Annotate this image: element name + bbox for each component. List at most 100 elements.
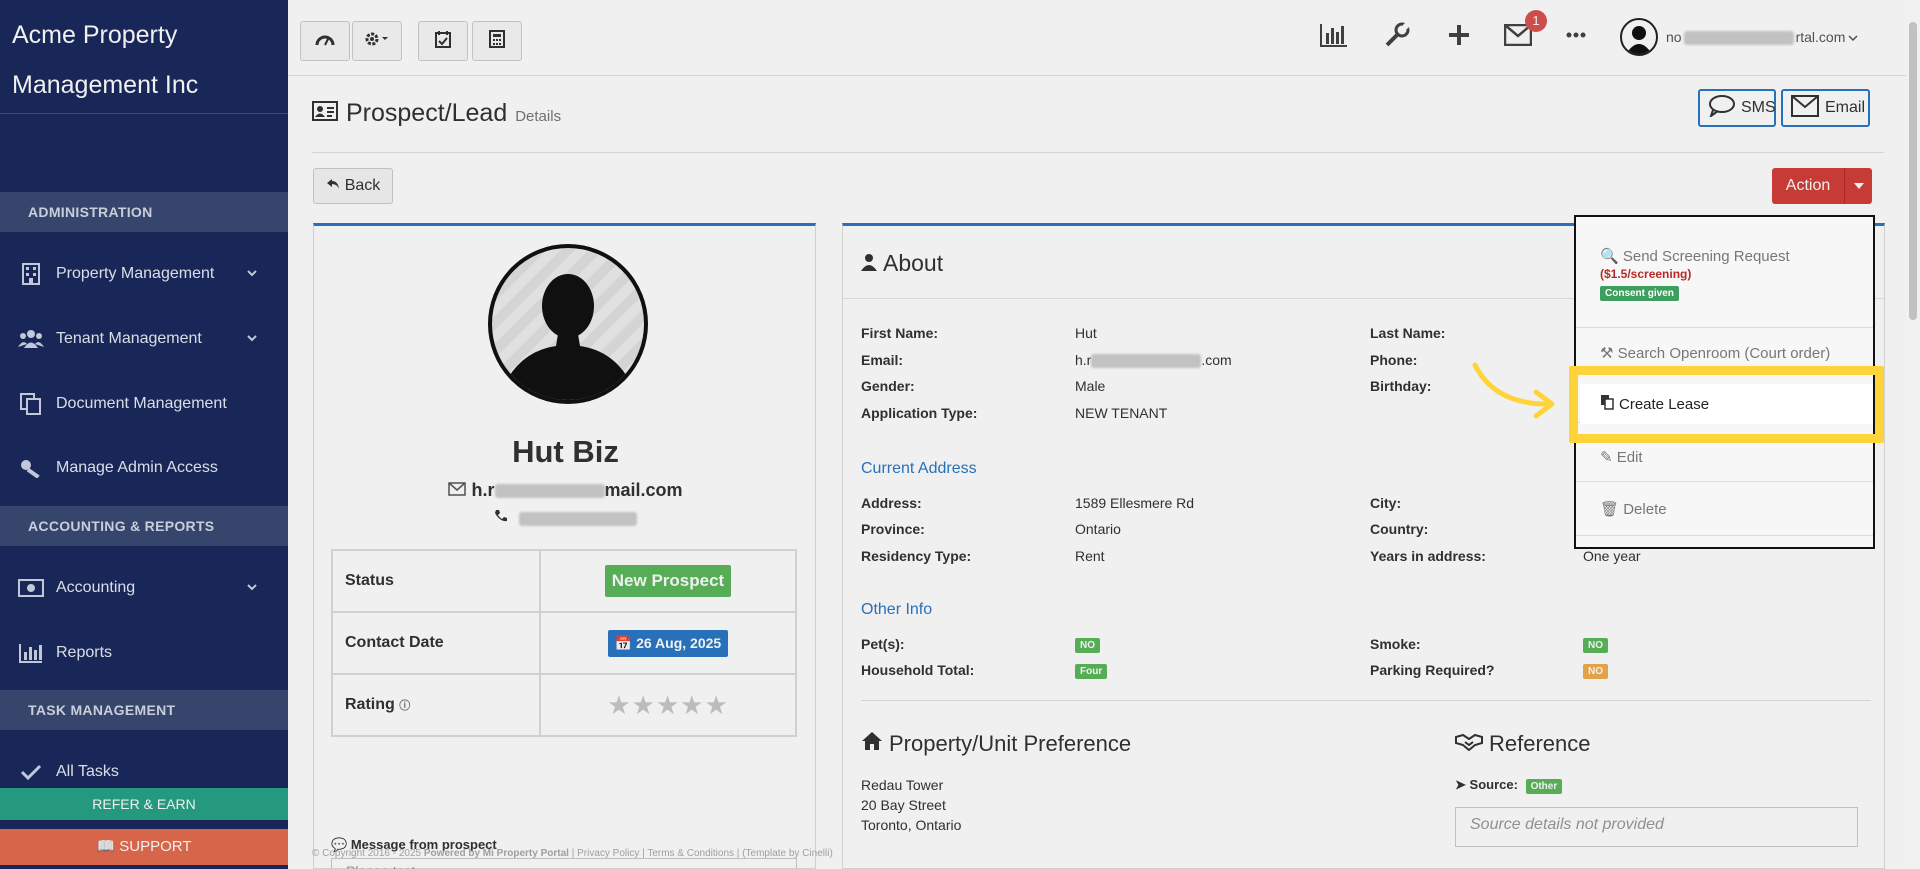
wrench-icon[interactable] [1380,18,1414,52]
key-icon [18,457,44,479]
plus-icon[interactable] [1442,18,1476,52]
back-button[interactable]: Back [313,168,393,204]
email-button[interactable]: Email [1781,89,1870,127]
menu-divider [1576,481,1873,482]
copy-icon [18,393,44,415]
money-icon [18,577,44,599]
gear-icon [364,31,390,51]
consent-badge: Consent given [1600,286,1679,301]
menu-item-create-lease[interactable]: Create Lease [1580,384,1873,424]
brand-name[interactable]: Acme Property Management Inc [0,0,288,114]
province-key: Province: [861,521,925,537]
support-button[interactable]: 📖 SUPPORT [0,829,288,865]
profile-name: Hut Biz [512,434,619,469]
calculator-button[interactable] [472,21,522,61]
menu-item-send-screening[interactable]: 🔍 Send Screening Request ($1.5/screening… [1576,247,1873,301]
user-menu[interactable]: no rtal.com [1620,18,1858,56]
menu-divider [1576,327,1873,328]
book-icon: 📖 [96,838,120,855]
user-email: no rtal.com [1666,28,1846,46]
dashboard-button[interactable] [300,21,350,61]
arrow-circle-icon: ➤ [1455,777,1466,792]
email-label: Email [1825,99,1866,116]
preference-line-2: 20 Bay Street [861,797,946,813]
sidebar-item-label: Property Management [56,265,215,282]
more-options-icon[interactable] [1559,18,1593,52]
reference-source: ➤ Source: Other [1455,777,1563,794]
back-label: Back [344,177,381,194]
sidebar-item-manage-admin-access[interactable]: Manage Admin Access [0,448,288,488]
section-task-management: TASK MANAGEMENT [0,690,288,730]
smoke-badge: NO [1583,638,1608,653]
support-label: SUPPORT [119,838,192,855]
caret-down-icon[interactable] [1844,168,1872,204]
sidebar-item-reports[interactable]: Reports [0,633,288,673]
email-value: h.r .com [1075,352,1232,369]
sidebar-item-document-management[interactable]: Document Management [0,384,288,424]
smoke-value: NO [1583,635,1608,653]
province-value: Ontario [1075,521,1121,537]
menu-divider [1576,535,1873,536]
notification-badge: 1 [1525,10,1547,32]
section-administration: ADMINISTRATION [0,192,288,232]
info-icon: ⓘ [399,700,411,712]
home-icon [861,731,883,757]
brand-line-2: Management Inc [12,71,199,99]
footer: © Copyright 2016 - 2025 Powered by Mi Pr… [312,848,833,859]
calendar-button[interactable] [418,21,468,61]
sidebar-item-label: Document Management [56,395,227,412]
sms-label: SMS [1741,99,1776,116]
rating-stars[interactable]: ★★★★★ [607,690,729,720]
chevron-down-icon [246,580,258,598]
sms-button[interactable]: SMS [1698,89,1776,127]
search-icon: 🔍 [1600,248,1619,265]
vertical-scrollbar[interactable] [1906,0,1920,869]
sidebar-item-all-tasks[interactable]: All Tasks [0,752,288,792]
user-icon [861,250,877,277]
profile-email[interactable]: h.r mail.com [314,480,817,501]
table-row: Contact Date 📅 26 Aug, 2025 [331,611,797,675]
dashboard-icon [315,31,335,51]
sidebar-item-label: Manage Admin Access [56,459,218,476]
gender-key: Gender: [861,378,915,394]
brand-line-1: Acme Property [12,21,178,49]
action-label: Action [1785,177,1831,194]
years-in-address-key: Years in address: [1370,548,1486,564]
household-badge: Four [1075,664,1108,679]
avatar [1620,18,1658,56]
sidebar-item-property-management[interactable]: Property Management [0,254,288,294]
section-accounting: ACCOUNTING & REPORTS [0,506,288,546]
parking-badge: NO [1583,664,1608,679]
sidebar-item-label: Reports [56,644,113,661]
users-icon [18,328,44,350]
status-badge: New Prospect [604,565,732,597]
smoke-key: Smoke: [1370,636,1421,652]
address-key: Address: [861,495,922,511]
refer-earn-button[interactable]: REFER & EARN [0,788,288,820]
id-card-icon [312,99,338,128]
menu-item-edit[interactable]: ✎ Edit [1576,448,1873,466]
action-dropdown-button[interactable]: Action [1772,168,1872,204]
menu-item-delete[interactable]: 🗑 Delete [1576,500,1873,518]
gavel-icon: ⚒ [1600,345,1614,362]
screening-price: ($1.5/screening) [1600,267,1692,281]
sidebar-item-tenant-management[interactable]: Tenant Management [0,319,288,359]
settings-dropdown-button[interactable] [352,21,402,61]
calculator-icon [489,30,505,52]
bar-chart-icon[interactable] [1317,18,1351,52]
sidebar-item-accounting[interactable]: Accounting [0,568,288,608]
contact-date-cell: 📅 26 Aug, 2025 [539,611,797,675]
other-info-title: Other Info [861,601,933,618]
menu-item-search-openroom[interactable]: ⚒ Search Openroom (Court order) [1576,344,1873,362]
profile-card: Hut Biz h.r mail.com Status New Prospect … [313,223,816,869]
profile-avatar [488,244,648,404]
preference-line-3: Toronto, Ontario [861,817,962,833]
preference-title: Property/Unit Preference [861,731,1131,757]
message-box: Please test [331,858,797,869]
scrollbar-thumb[interactable] [1909,22,1917,320]
profile-phone[interactable] [314,509,817,528]
sidebar: Acme Property Management Inc ADMINISTRAT… [0,0,288,869]
birthday-key: Birthday: [1370,378,1432,394]
bar-chart-icon [18,642,44,664]
first-name-value: Hut [1075,325,1097,341]
